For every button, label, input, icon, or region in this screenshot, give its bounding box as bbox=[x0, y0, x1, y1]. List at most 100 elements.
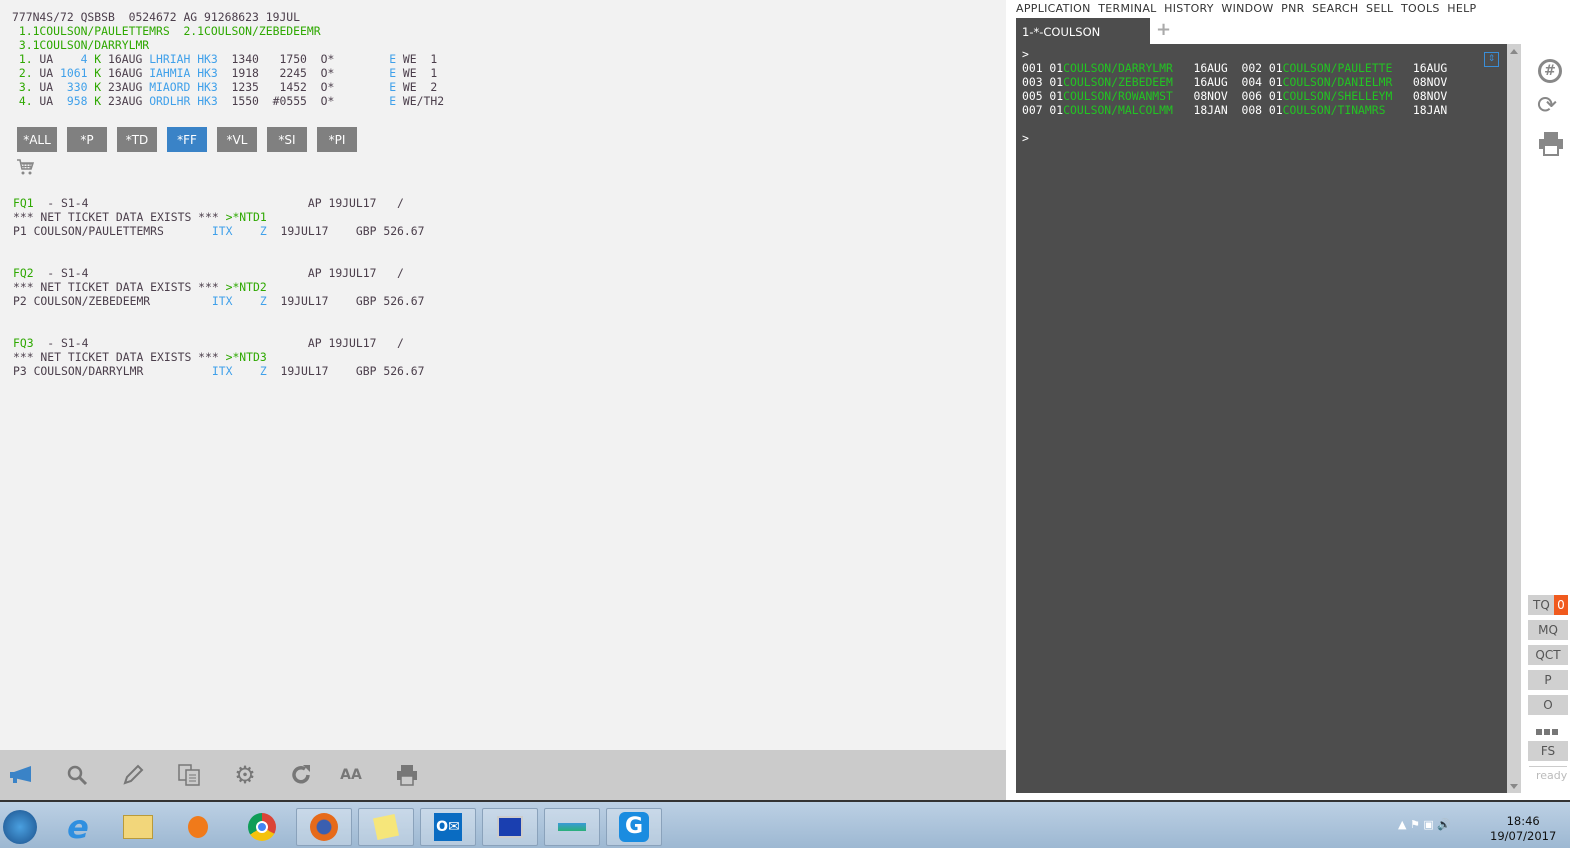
terminal-scrollbar[interactable] bbox=[1507, 44, 1521, 793]
remote-desktop-icon[interactable] bbox=[482, 808, 538, 846]
text-segment: UA bbox=[32, 52, 81, 66]
text-segment: COULSON/TINAMRS bbox=[1282, 103, 1386, 117]
queue-count-badge: 0 bbox=[1554, 595, 1568, 615]
text-segment: 1340 1750 O* bbox=[217, 52, 390, 66]
gear-icon[interactable]: ⚙ bbox=[232, 761, 258, 789]
text-segment: 19JUL17 GBP 526.67 bbox=[266, 364, 425, 378]
scroll-up-icon[interactable] bbox=[1510, 49, 1518, 54]
text-segment: 23AUG bbox=[101, 80, 150, 94]
text-segment: UA bbox=[32, 66, 61, 80]
refresh-icon[interactable] bbox=[288, 763, 314, 787]
status-text: ready bbox=[1536, 769, 1568, 782]
text-line: 001 01COULSON/DARRYLMR 16AUG 002 01COULS… bbox=[1022, 61, 1447, 75]
text-segment: UA bbox=[32, 94, 67, 108]
text-segment: 1. bbox=[12, 52, 33, 66]
sticky-notes-icon[interactable] bbox=[358, 808, 414, 846]
tray-icons[interactable]: ▲ ⚑ ▣ 🔊 bbox=[1398, 818, 1451, 831]
text-line: > bbox=[1022, 131, 1447, 145]
text-segment: COULSON/ROWANMST bbox=[1063, 89, 1173, 103]
text-segment: ITX bbox=[211, 224, 233, 238]
menu-bar[interactable]: APPLICATION TERMINAL HISTORY WINDOW PNR … bbox=[1016, 2, 1476, 15]
megaphone-icon[interactable] bbox=[8, 763, 34, 787]
galileo-icon[interactable]: G bbox=[606, 808, 662, 846]
side-button-label: P bbox=[1544, 673, 1552, 687]
text-line: 3.1COULSON/DARRYLMR bbox=[12, 38, 444, 52]
text-segment: ITX bbox=[211, 364, 233, 378]
chrome-icon[interactable] bbox=[234, 808, 290, 846]
side-button-fs[interactable]: FS bbox=[1528, 741, 1568, 761]
text-line: 005 01COULSON/ROWANMST 08NOV 006 01COULS… bbox=[1022, 89, 1447, 103]
internet-explorer-icon[interactable]: e bbox=[50, 808, 106, 846]
app-icon[interactable] bbox=[544, 808, 600, 846]
text-line: > bbox=[1022, 47, 1447, 61]
text-line: 1.1COULSON/PAULETTEMRS 2.1COULSON/ZEBEDE… bbox=[12, 24, 444, 38]
copy-icon[interactable] bbox=[176, 763, 202, 787]
quick-button-si[interactable]: *SI bbox=[267, 127, 307, 152]
quick-button-pi[interactable]: *PI bbox=[317, 127, 357, 152]
text-segment: COULSON/SHELLEYM bbox=[1282, 89, 1393, 103]
text-line: 4. UA 958 K 23AUG ORDLHR HK3 1550 #0555 … bbox=[12, 94, 444, 108]
fare-quote-display: FQ1 - S1-4 AP 19JUL17 /*** NET TICKET DA… bbox=[13, 196, 424, 378]
text-segment: P2 COULSON/ZEBEDEEMR bbox=[13, 294, 212, 308]
outlook-icon[interactable]: O✉ bbox=[420, 808, 476, 846]
scroll-down-icon[interactable] bbox=[1510, 784, 1518, 789]
text-segment: UA bbox=[32, 80, 67, 94]
terminal[interactable]: >001 01COULSON/DARRYLMR 16AUG 002 01COUL… bbox=[1016, 44, 1507, 793]
quick-button-ff[interactable]: *FF bbox=[167, 127, 207, 152]
text-segment: K bbox=[87, 52, 102, 66]
add-tab-icon[interactable]: + bbox=[1156, 19, 1171, 40]
quick-button-vl[interactable]: *VL bbox=[217, 127, 257, 152]
text-segment: ITX bbox=[211, 294, 233, 308]
text-segment: 2. bbox=[12, 66, 33, 80]
print-icon[interactable] bbox=[394, 763, 420, 787]
text-segment: *** NET TICKET DATA EXISTS *** bbox=[13, 210, 226, 224]
search-icon[interactable] bbox=[64, 763, 90, 787]
text-segment: 777N4S/72 QSBSB 0524672 AG 91268623 19JU… bbox=[12, 10, 301, 24]
text-segment: WE 2 bbox=[396, 80, 438, 94]
text-segment: 003 01 bbox=[1022, 75, 1064, 89]
text-line: P1 COULSON/PAULETTEMRS ITX Z 19JUL17 GBP… bbox=[13, 224, 424, 238]
firefox-icon[interactable] bbox=[296, 808, 352, 846]
text-segment bbox=[232, 224, 259, 238]
text-line: 003 01COULSON/ZEBEDEEM 16AUG 004 01COULS… bbox=[1022, 75, 1447, 89]
font-size-icon[interactable]: AA bbox=[338, 763, 364, 787]
clock[interactable]: 18:46 19/07/2017 bbox=[1490, 814, 1556, 844]
side-button-o[interactable]: O bbox=[1528, 695, 1568, 715]
expand-icon[interactable]: ⇕ bbox=[1484, 52, 1499, 67]
side-button-label: QCT bbox=[1535, 648, 1561, 662]
text-segment: COULSON/DANIELMR bbox=[1282, 75, 1393, 89]
text-segment: >*NTD1 bbox=[225, 210, 267, 224]
text-segment: WE 1 bbox=[396, 66, 438, 80]
text-segment: K bbox=[87, 80, 102, 94]
text-line: *** NET TICKET DATA EXISTS *** >*NTD2 bbox=[13, 280, 424, 294]
print-icon[interactable] bbox=[1538, 131, 1564, 157]
side-button-tq[interactable]: TQ 0 bbox=[1528, 595, 1568, 615]
start-button[interactable] bbox=[0, 808, 40, 846]
text-segment bbox=[232, 364, 259, 378]
hash-icon[interactable]: # bbox=[1538, 59, 1562, 83]
file-explorer-icon[interactable] bbox=[110, 808, 166, 846]
text-line: FQ1 - S1-4 AP 19JUL17 / bbox=[13, 196, 424, 210]
text-line bbox=[13, 238, 424, 252]
text-segment: 1550 #0555 O* bbox=[217, 94, 390, 108]
text-segment: 18JAN bbox=[1385, 103, 1448, 117]
text-segment: *** NET TICKET DATA EXISTS *** bbox=[13, 280, 226, 294]
quick-button-p[interactable]: *P bbox=[67, 127, 107, 152]
sync-icon[interactable]: ⟳ bbox=[1537, 91, 1557, 119]
side-button-p[interactable]: P bbox=[1528, 670, 1568, 690]
quick-button-td[interactable]: *TD bbox=[117, 127, 157, 152]
tab-coulson[interactable]: 1-*-COULSON bbox=[1016, 18, 1150, 44]
side-button-mq[interactable]: MQ bbox=[1528, 620, 1568, 640]
pencil-icon[interactable] bbox=[120, 763, 146, 787]
side-button-qct[interactable]: QCT bbox=[1528, 645, 1568, 665]
more-icon[interactable] bbox=[1536, 729, 1558, 735]
text-segment: - S1-4 AP 19JUL17 / bbox=[33, 196, 404, 210]
media-player-icon[interactable] bbox=[170, 808, 226, 846]
terminal-output: >001 01COULSON/DARRYLMR 16AUG 002 01COUL… bbox=[1022, 47, 1447, 145]
text-segment: MIAORD HK3 bbox=[149, 80, 218, 94]
text-segment: 001 01 bbox=[1022, 61, 1064, 75]
text-line bbox=[13, 308, 424, 322]
text-segment: - S1-4 AP 19JUL17 / bbox=[33, 336, 404, 350]
quick-button-all[interactable]: *ALL bbox=[17, 127, 57, 152]
cart-icon[interactable] bbox=[16, 158, 34, 176]
